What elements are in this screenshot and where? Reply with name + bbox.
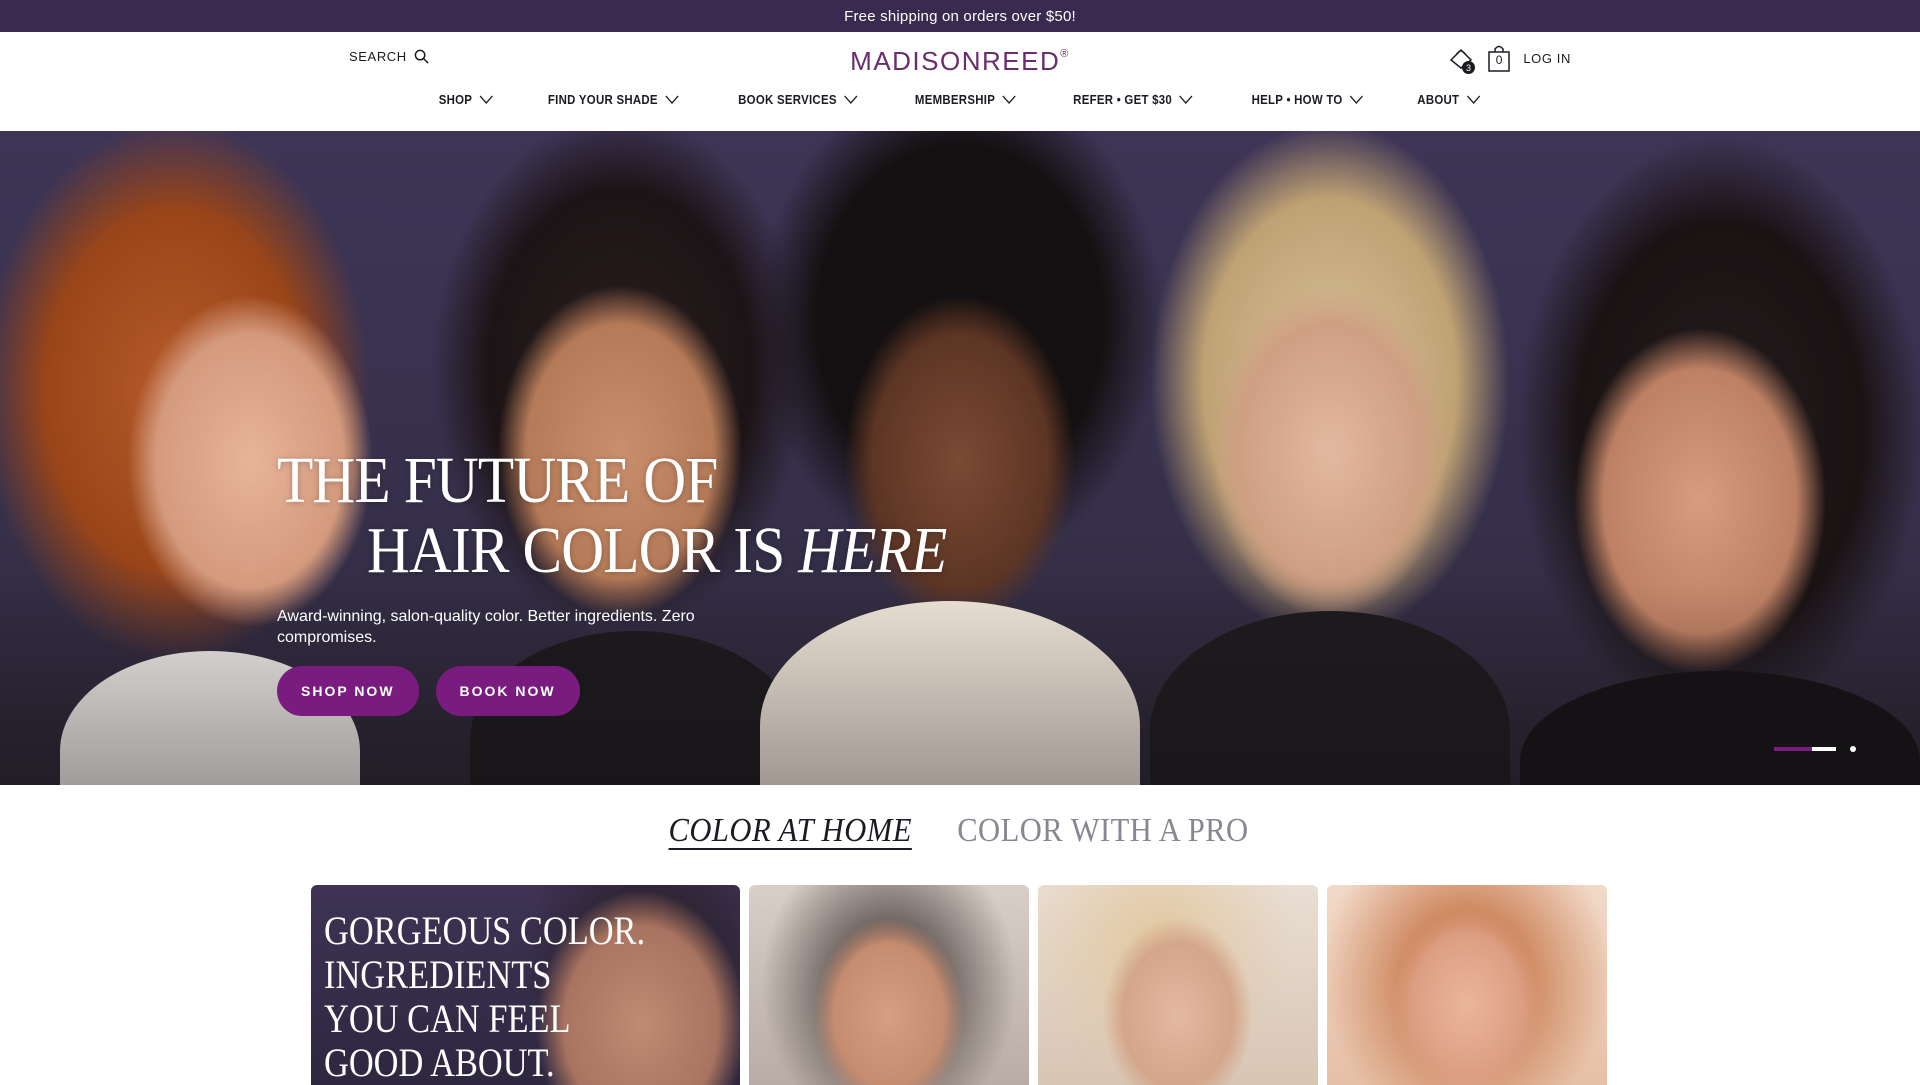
nav-item-help[interactable]: HELP • HOW TO	[1251, 92, 1363, 107]
hero-headline-line2-wrap: HAIR COLOR IS HERE	[277, 514, 947, 587]
hero-photo-shirt	[1150, 611, 1510, 785]
hero-headline: THE FUTURE OF HAIR COLOR IS HERE	[277, 444, 947, 587]
nav-item-label: REFER • GET $30	[1073, 92, 1173, 107]
nav-item-label: FIND YOUR SHADE	[548, 92, 659, 107]
chevron-down-icon	[665, 95, 679, 104]
nav-item-refer[interactable]: REFER • GET $30	[1074, 92, 1194, 107]
nav-item-label: ABOUT	[1417, 92, 1460, 107]
shop-now-button[interactable]: SHOP NOW	[277, 666, 419, 716]
book-now-button[interactable]: BOOK NOW	[435, 666, 580, 716]
chevron-down-icon	[844, 95, 858, 104]
feature-card-title: GORGEOUS COLOR. INGREDIENTS YOU CAN FEEL…	[324, 908, 646, 1085]
nav-item-label: HELP • HOW TO	[1251, 92, 1343, 107]
nav-item-about[interactable]: ABOUT	[1417, 92, 1480, 107]
promo-text: Free shipping on orders over $50!	[844, 7, 1076, 25]
carousel-dot[interactable]	[1850, 746, 1856, 752]
chevron-down-icon	[1466, 95, 1480, 104]
promo-banner: Free shipping on orders over $50!	[0, 0, 1920, 32]
nav-item-find-your-shade[interactable]: FIND YOUR SHADE	[548, 92, 679, 107]
nav-item-label: BOOK SERVICES	[738, 92, 837, 107]
chevron-down-icon	[1002, 95, 1016, 104]
login-link[interactable]: LOG IN	[1523, 51, 1571, 66]
hero-ctas: SHOP NOW BOOK NOW	[277, 666, 1021, 716]
hero-subtext: Award-winning, salon-quality color. Bett…	[277, 608, 695, 646]
tab-color-at-home[interactable]: COLOR AT HOME	[668, 812, 911, 850]
nav-item-label: SHOP	[438, 92, 473, 107]
cart-button[interactable]: 0	[1487, 44, 1511, 72]
account-actions: 3 0 LOG IN	[1447, 44, 1571, 74]
hero-banner: THE FUTURE OF HAIR COLOR IS HERE Award-w…	[0, 131, 1920, 785]
model-photo-card[interactable]	[1038, 885, 1318, 1085]
cart-count: 0	[1495, 53, 1503, 67]
hero-copy: THE FUTURE OF HAIR COLOR IS HERE Award-w…	[277, 446, 1021, 716]
main-nav: SHOP FIND YOUR SHADE BOOK SERVICES MEMBE…	[0, 92, 1920, 107]
chevron-down-icon	[1349, 95, 1363, 104]
model-photo-card[interactable]	[749, 885, 1029, 1085]
nav-item-membership[interactable]: MEMBERSHIP	[915, 92, 1016, 107]
logo-registered-mark: ®	[1060, 48, 1070, 60]
site-header: SEARCH MADISONREED® 3 0 LOG IN SHOP FIND…	[0, 32, 1920, 132]
rewards-button[interactable]: 3	[1447, 44, 1476, 74]
hero-headline-line1: THE FUTURE OF	[277, 444, 718, 517]
hero-headline-emphasis: HERE	[798, 514, 947, 587]
chevron-down-icon	[479, 95, 494, 104]
chevron-down-icon	[1179, 95, 1194, 104]
logo-text: MADISONREED	[850, 46, 1061, 76]
product-cards: GORGEOUS COLOR. INGREDIENTS YOU CAN FEEL…	[311, 885, 1607, 1085]
brand-logo[interactable]: MADISONREED®	[0, 46, 1920, 77]
nav-item-book-services[interactable]: BOOK SERVICES	[738, 92, 858, 107]
color-mode-tabs: COLOR AT HOME COLOR WITH A PRO	[0, 812, 1920, 850]
feature-card[interactable]: GORGEOUS COLOR. INGREDIENTS YOU CAN FEEL…	[311, 885, 740, 1085]
carousel-progress-bar[interactable]	[1774, 747, 1836, 751]
nav-item-label: MEMBERSHIP	[915, 92, 996, 107]
model-photo-card[interactable]	[1327, 885, 1607, 1085]
tab-color-with-a-pro[interactable]: COLOR WITH A PRO	[957, 812, 1248, 850]
carousel-indicators	[1774, 746, 1856, 752]
nav-item-shop[interactable]: SHOP	[439, 92, 494, 107]
hero-headline-line2: HAIR COLOR IS	[367, 514, 785, 587]
hero-photo-shirt	[1520, 671, 1920, 785]
